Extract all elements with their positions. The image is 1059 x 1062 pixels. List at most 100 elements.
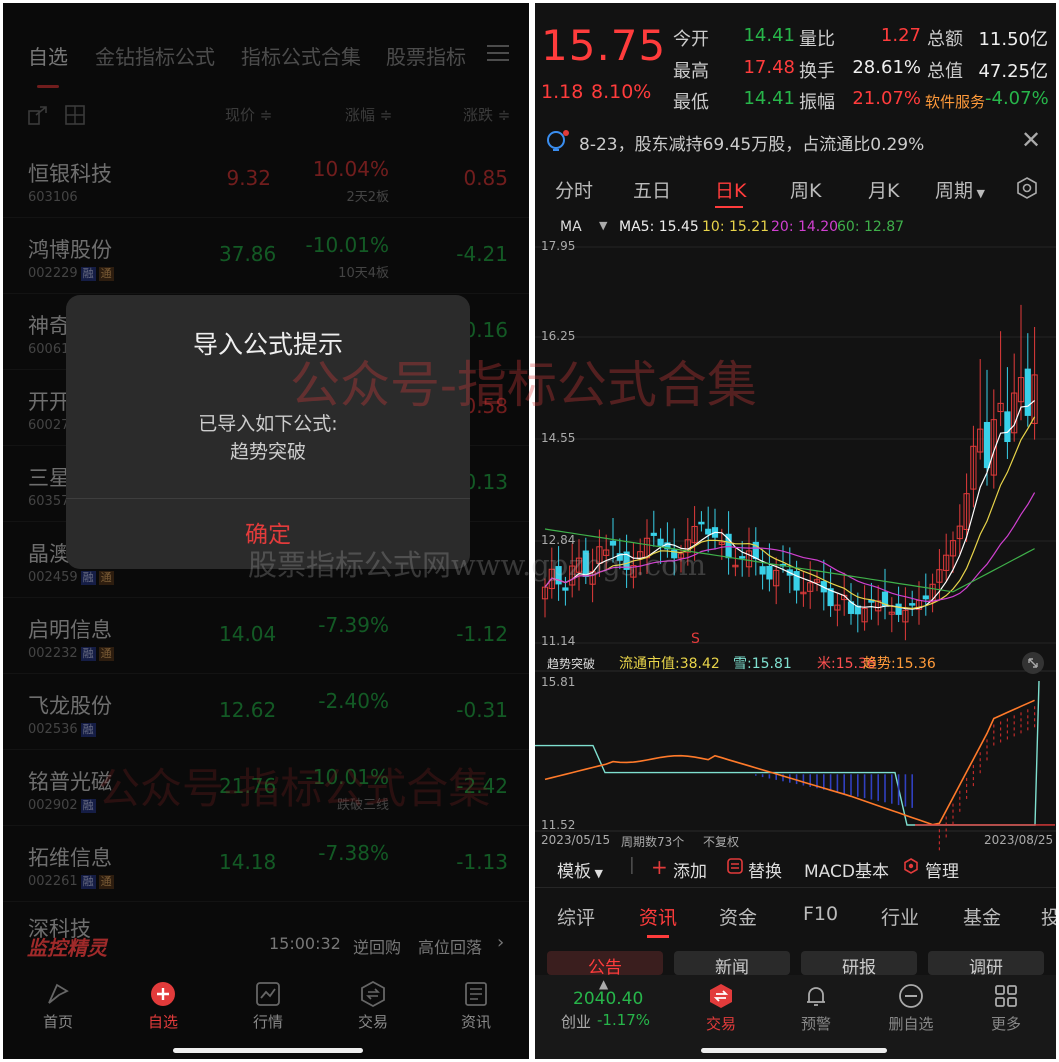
manage-icon[interactable] bbox=[903, 858, 919, 879]
dialog-message: 已导入如下公式: 趋势突破 bbox=[66, 410, 470, 466]
tab-period-select[interactable]: 周期 ▼ bbox=[935, 176, 985, 203]
candle-body bbox=[650, 532, 657, 536]
chip-research[interactable]: 研报 bbox=[801, 951, 917, 975]
nav-label: 交易 bbox=[357, 1013, 388, 1031]
tab-funds[interactable]: 资金 bbox=[719, 903, 757, 930]
tab-f10[interactable]: F10 bbox=[803, 903, 838, 925]
quote-label: 软件服务 bbox=[925, 93, 986, 111]
tab-more[interactable]: 投 bbox=[1041, 903, 1056, 930]
home-indicator bbox=[173, 1048, 363, 1053]
chip-news[interactable]: 新闻 bbox=[674, 951, 790, 975]
candle-body bbox=[922, 595, 929, 600]
nav-label: 交易 bbox=[705, 1015, 736, 1033]
tab-industry[interactable]: 行业 bbox=[881, 903, 919, 930]
index-name: 创业 bbox=[561, 1013, 592, 1031]
indicator-name[interactable]: 趋势突破 bbox=[547, 655, 595, 672]
quote-value: -4.07% bbox=[985, 88, 1049, 109]
nav-alert[interactable]: 预警 bbox=[786, 983, 846, 1034]
info-tabs: 综评 资讯 资金 F10 行业 基金 投 bbox=[535, 895, 1056, 945]
nav-label: 首页 bbox=[42, 1013, 73, 1031]
nav-news[interactable]: 资讯 bbox=[446, 981, 506, 1032]
candle-body bbox=[582, 550, 589, 577]
candle-body bbox=[759, 566, 766, 575]
tab-fund[interactable]: 基金 bbox=[963, 903, 1001, 930]
template-button[interactable]: 模板 ▼ bbox=[557, 857, 603, 882]
grid-icon bbox=[995, 985, 1017, 1007]
period-count: 周期数73个 bbox=[621, 835, 685, 849]
candle-body bbox=[739, 556, 746, 559]
quote-label: 最低 bbox=[673, 92, 709, 113]
quote-value: 11.50亿 bbox=[978, 29, 1048, 50]
close-icon[interactable]: ✕ bbox=[1021, 126, 1041, 154]
trade-icon bbox=[361, 981, 385, 1007]
watchlist-panel: 自选 金钻指标公式 指标公式合集 股票指标 现价 ≑ 涨幅 ≑ 涨跌 ≑ 恒银科… bbox=[3, 3, 529, 1059]
nav-label: 更多 bbox=[990, 1015, 1021, 1033]
replace-button[interactable]: 替换 bbox=[748, 857, 782, 882]
tab-news[interactable]: 资讯 bbox=[639, 903, 677, 930]
settings-hex-icon[interactable] bbox=[1016, 177, 1038, 203]
nav-market[interactable]: 行情 bbox=[238, 981, 298, 1032]
macd-button[interactable]: MACD基本 bbox=[804, 857, 889, 882]
quote-value: 28.61% bbox=[852, 57, 921, 78]
adjust-mode: 不复权 bbox=[703, 835, 740, 849]
candle-body bbox=[609, 540, 617, 546]
kline-chart[interactable]: MA ▼ MA5: 15.45 10: 15.21 20: 14.20 60: … bbox=[535, 211, 1056, 851]
chip-announcement[interactable]: 公告 bbox=[547, 951, 663, 975]
news-icon bbox=[465, 982, 487, 1006]
home-indicator bbox=[701, 1048, 887, 1053]
period-tabs: 分时 五日 日K 周K 月K 周期 ▼ bbox=[535, 171, 1056, 207]
price-axis-label: 11.14 bbox=[541, 634, 576, 648]
price-change-pct: 8.10% bbox=[591, 81, 652, 103]
tab-daily-k[interactable]: 日K bbox=[715, 176, 746, 203]
confirm-button[interactable]: 确定 bbox=[66, 515, 470, 549]
manage-button[interactable]: 管理 bbox=[925, 857, 959, 882]
bottom-nav: 首页 自选 行情 交易 资讯 bbox=[3, 973, 529, 1059]
index-value[interactable]: 2040.40 bbox=[573, 989, 643, 1009]
dialog-message-line2: 趋势突破 bbox=[229, 441, 306, 463]
current-price: 15.75 bbox=[541, 21, 667, 70]
indicator-value: 流通市值:38.42 bbox=[619, 656, 720, 672]
nav-trade[interactable]: 交易 bbox=[343, 981, 403, 1032]
tab-monthly-k[interactable]: 月K bbox=[868, 176, 899, 203]
candle-body bbox=[766, 565, 773, 580]
chart-icon bbox=[256, 982, 280, 1006]
snow-line bbox=[535, 680, 1040, 826]
chip-survey[interactable]: 调研 bbox=[928, 951, 1044, 975]
dialog-message-line1: 已导入如下公式: bbox=[198, 413, 338, 435]
nav-watchlist[interactable]: 自选 bbox=[133, 981, 193, 1032]
trade-icon bbox=[710, 984, 732, 1008]
tab-overview[interactable]: 综评 bbox=[557, 903, 595, 930]
nav-more[interactable]: 更多 bbox=[976, 983, 1036, 1034]
notice-bar[interactable]: 8-23，股东减持69.45万股，占流通比0.29% ✕ bbox=[535, 125, 1056, 159]
nav-home[interactable]: 首页 bbox=[28, 981, 88, 1032]
candle-body bbox=[983, 421, 991, 469]
divider bbox=[535, 887, 1056, 888]
expand-icon[interactable] bbox=[1021, 651, 1045, 679]
indicator-value: 雪:15.81 bbox=[733, 656, 792, 672]
minus-circle-icon bbox=[899, 984, 923, 1008]
monitor-time: 15:00:32 bbox=[269, 934, 341, 953]
price-axis-label: 17.95 bbox=[541, 239, 576, 253]
tab-intraday[interactable]: 分时 bbox=[555, 176, 593, 203]
kline-panel: 15.75 1.18 8.10% 今开 14.41 量比 1.27 总额 11.50亿 最高… bbox=[535, 3, 1056, 1059]
replace-icon[interactable] bbox=[727, 858, 743, 879]
indicator-axis-bottom: 11.52 bbox=[541, 818, 576, 832]
sell-marker: S bbox=[691, 631, 700, 647]
chevron-right-icon[interactable]: › bbox=[497, 932, 504, 953]
nav-label: 自选 bbox=[147, 1013, 178, 1031]
quote-label: 换手 bbox=[799, 61, 835, 82]
add-button[interactable]: 添加 bbox=[673, 857, 707, 882]
monitor-bar[interactable]: 监控精灵 15:00:32 逆回购 高位回落 › bbox=[3, 928, 529, 964]
candle-body bbox=[1004, 411, 1011, 443]
tab-weekly-k[interactable]: 周K bbox=[790, 176, 821, 203]
nav-trade[interactable]: 交易 bbox=[691, 983, 751, 1034]
nav-label: 行情 bbox=[252, 1013, 283, 1031]
tab-5day[interactable]: 五日 bbox=[633, 176, 671, 203]
date-end: 2023/08/25 bbox=[984, 833, 1054, 847]
price-axis-label: 14.55 bbox=[541, 431, 576, 445]
plus-icon[interactable]: + bbox=[651, 855, 668, 879]
nav-remove-watchlist[interactable]: 删自选 bbox=[881, 983, 941, 1034]
nav-label: 资讯 bbox=[460, 1013, 491, 1031]
quote-value: 1.27 bbox=[880, 25, 921, 46]
nav-label: 删自选 bbox=[888, 1015, 934, 1033]
